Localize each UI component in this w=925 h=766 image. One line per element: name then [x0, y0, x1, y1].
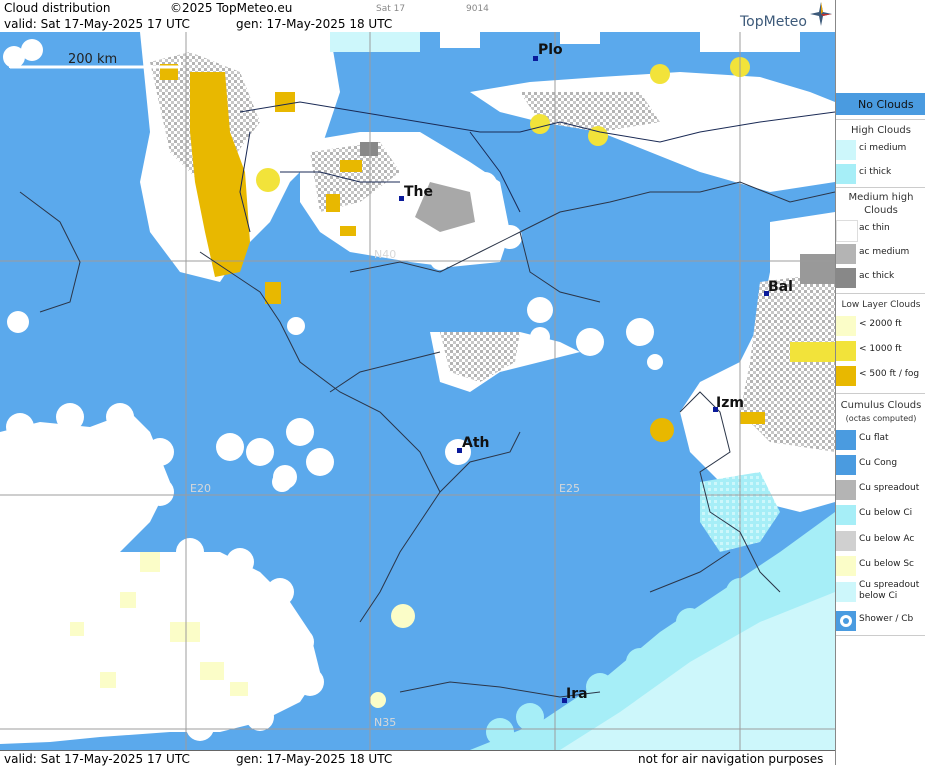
code-marker: 9014	[466, 4, 489, 14]
lt2000-swatch	[836, 316, 856, 336]
lt500-swatch	[836, 366, 856, 386]
legend-cu-below-sc: Cu below Sc	[836, 554, 925, 578]
legend-ci-medium: ci medium	[836, 138, 925, 162]
cu-below-ac-label: Cu below Ac	[859, 534, 915, 544]
cu-cong-swatch	[836, 455, 856, 475]
city-label-izm: Izm	[716, 395, 744, 411]
legend-ac-medium: ac medium	[836, 242, 925, 266]
legend-shower-cb: Shower / Cb	[836, 609, 925, 633]
header-bar: Cloud distribution ©2025 TopMeteo.eu val…	[0, 0, 835, 32]
shower-icon	[840, 615, 852, 627]
city-label-plo: Plo	[538, 42, 563, 58]
ci-thick-swatch	[836, 164, 856, 184]
legend-lt1000: < 1000 ft	[836, 339, 925, 363]
copyright: ©2025 TopMeteo.eu	[170, 1, 293, 15]
ci-thick-label: ci thick	[859, 167, 892, 177]
city-label-bal: Bal	[768, 279, 793, 295]
lt2000-label: < 2000 ft	[859, 319, 902, 329]
legend-low-layer-heading: Low Layer Clouds	[841, 300, 921, 310]
ac-medium-label: ac medium	[859, 247, 910, 257]
city-label-the: The	[404, 184, 433, 200]
grid-label-e25: E25	[559, 482, 580, 495]
ac-medium-swatch	[836, 244, 856, 264]
lt1000-label: < 1000 ft	[859, 344, 902, 354]
day-marker: Sat 17	[376, 4, 406, 14]
scale-bar-label: 200 km	[68, 52, 117, 67]
generated-time: gen: 17-May-2025 18 UTC	[236, 17, 393, 31]
footer-disclaimer: not for air navigation purposes	[638, 752, 824, 766]
city-the: The	[399, 184, 433, 201]
cu-spreadout-label: Cu spreadout	[859, 483, 920, 493]
city-ira: Ira	[562, 686, 588, 703]
legend-cu-cong: Cu Cong	[836, 453, 925, 477]
grid-label-e20: E20	[190, 482, 211, 495]
legend-cu-spreadout-ci: Cu spreadout below Ci	[836, 580, 925, 608]
topmeteo-logo[interactable]: TopMeteo	[740, 14, 807, 30]
lt1000-swatch	[836, 341, 856, 361]
legend-no-clouds: No Clouds	[836, 93, 925, 115]
city-label-ath: Ath	[462, 435, 490, 451]
ac-thick-swatch	[836, 268, 856, 288]
legend-cu-below-ci: Cu below Ci	[836, 503, 925, 527]
ac-thin-label: ac thin	[859, 223, 890, 233]
shower-cb-swatch	[836, 611, 856, 631]
cu-spreadout-ci-label: Cu spreadout below Ci	[859, 580, 920, 601]
legend-high-clouds-heading: High Clouds	[851, 125, 911, 136]
legend-lt500: < 500 ft / fog	[836, 364, 925, 388]
ac-thick-label: ac thick	[859, 271, 895, 281]
legend-lt2000: < 2000 ft	[836, 314, 925, 338]
cu-spreadout-ci-swatch	[836, 582, 856, 602]
ci-medium-swatch	[836, 140, 856, 160]
legend-panel: No Clouds High Clouds ci medium ci thick…	[835, 0, 925, 765]
cu-spreadout-swatch	[836, 480, 856, 500]
cu-below-ci-label: Cu below Ci	[859, 508, 913, 518]
legend-cumulus-heading: Cumulus Clouds	[840, 400, 922, 411]
legend-no-clouds-label: No Clouds	[858, 98, 914, 111]
ci-medium-label: ci medium	[859, 143, 907, 153]
city-bal: Bal	[764, 279, 793, 296]
legend-medium-high-heading: Medium high Clouds	[848, 192, 914, 216]
compass-star-icon	[810, 2, 832, 26]
cloud-map[interactable]: N40 N35 E20 E25 200 km Plo The Bal Izm A…	[0, 32, 835, 750]
grid-label-n35: N35	[374, 716, 396, 729]
footer-generated-time: gen: 17-May-2025 18 UTC	[236, 752, 393, 766]
footer-valid-time: valid: Sat 17-May-2025 17 UTC	[4, 752, 190, 766]
legend-ac-thin: ac thin	[836, 218, 925, 242]
valid-time: valid: Sat 17-May-2025 17 UTC	[4, 17, 190, 31]
legend-ci-thick: ci thick	[836, 162, 925, 186]
cu-cong-label: Cu Cong	[859, 458, 898, 468]
cu-below-sc-label: Cu below Sc	[859, 559, 914, 569]
cu-below-ci-swatch	[836, 505, 856, 525]
city-label-ira: Ira	[566, 686, 588, 702]
legend-cu-flat: Cu flat	[836, 428, 925, 452]
cu-below-sc-swatch	[836, 556, 856, 576]
legend-cu-below-ac: Cu below Ac	[836, 529, 925, 553]
map-title: Cloud distribution	[4, 1, 111, 15]
city-izm: Izm	[713, 395, 744, 412]
shower-cb-label: Shower / Cb	[859, 614, 914, 624]
lt500-label: < 500 ft / fog	[859, 369, 920, 379]
legend-ac-thick: ac thick	[836, 266, 925, 290]
footer-bar: valid: Sat 17-May-2025 17 UTC gen: 17-Ma…	[0, 750, 835, 766]
cu-flat-swatch	[836, 430, 856, 450]
cu-flat-label: Cu flat	[859, 433, 889, 443]
grid-label-n40: N40	[374, 248, 396, 261]
city-ath: Ath	[457, 435, 490, 453]
legend-cu-spreadout: Cu spreadout	[836, 478, 925, 502]
ac-thin-swatch	[836, 220, 858, 242]
map-canvas: N40 N35 E20 E25 200 km Plo The Bal Izm A…	[0, 32, 835, 750]
legend-octas-note: (octas computed)	[845, 414, 917, 423]
cu-below-ac-swatch	[836, 531, 856, 551]
